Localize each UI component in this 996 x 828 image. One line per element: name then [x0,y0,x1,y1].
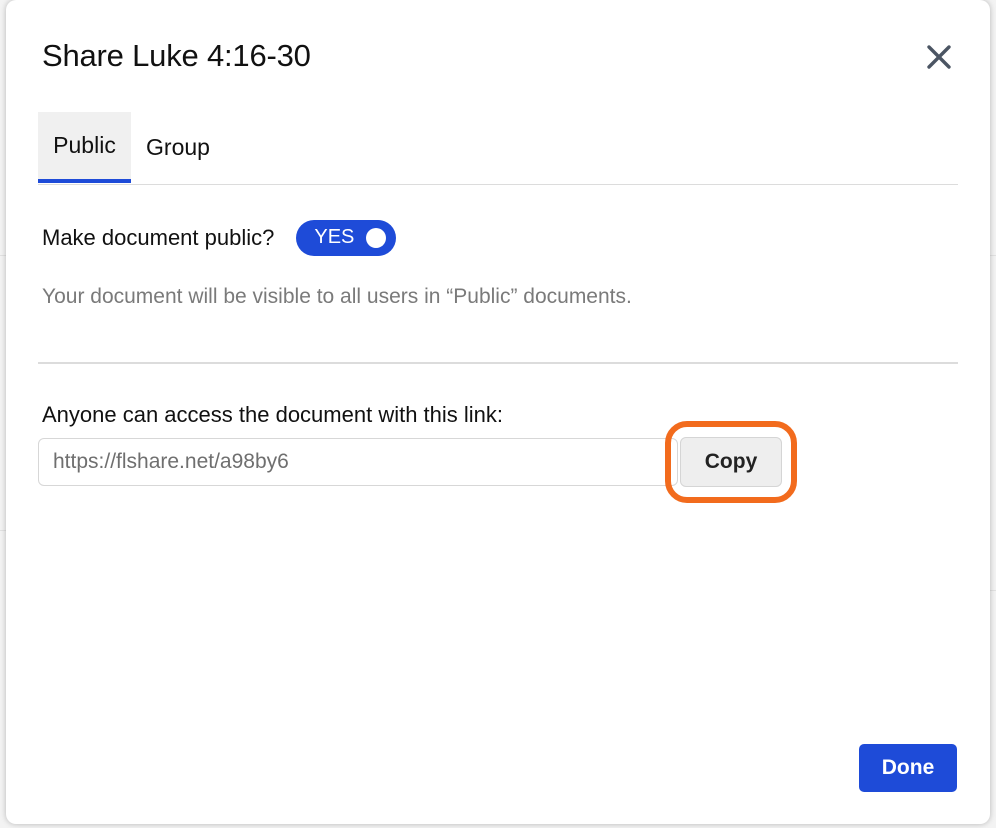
done-button[interactable]: Done [859,744,957,792]
toggle-knob [366,228,387,248]
make-public-row: Make document public? YES [42,220,397,256]
close-button[interactable] [922,40,956,74]
background-divider [990,590,996,591]
share-dialog: Share Luke 4:16-30 Public Group Make doc… [6,0,990,824]
public-hint-text: Your document will be visible to all use… [42,285,632,308]
toggle-state-text: YES [314,226,355,248]
close-icon [927,45,951,69]
share-link-input[interactable] [38,438,678,486]
make-public-label: Make document public? [42,225,275,250]
tab-public[interactable]: Public [38,112,131,183]
share-tabs: Public Group [38,112,958,185]
share-link-label: Anyone can access the document with this… [42,402,504,427]
tab-group[interactable]: Group [138,112,218,183]
copy-button[interactable]: Copy [680,437,782,487]
section-divider [38,362,958,364]
make-public-toggle[interactable]: YES [296,220,397,256]
background-divider [990,255,996,256]
dialog-title: Share Luke 4:16-30 [42,38,311,73]
